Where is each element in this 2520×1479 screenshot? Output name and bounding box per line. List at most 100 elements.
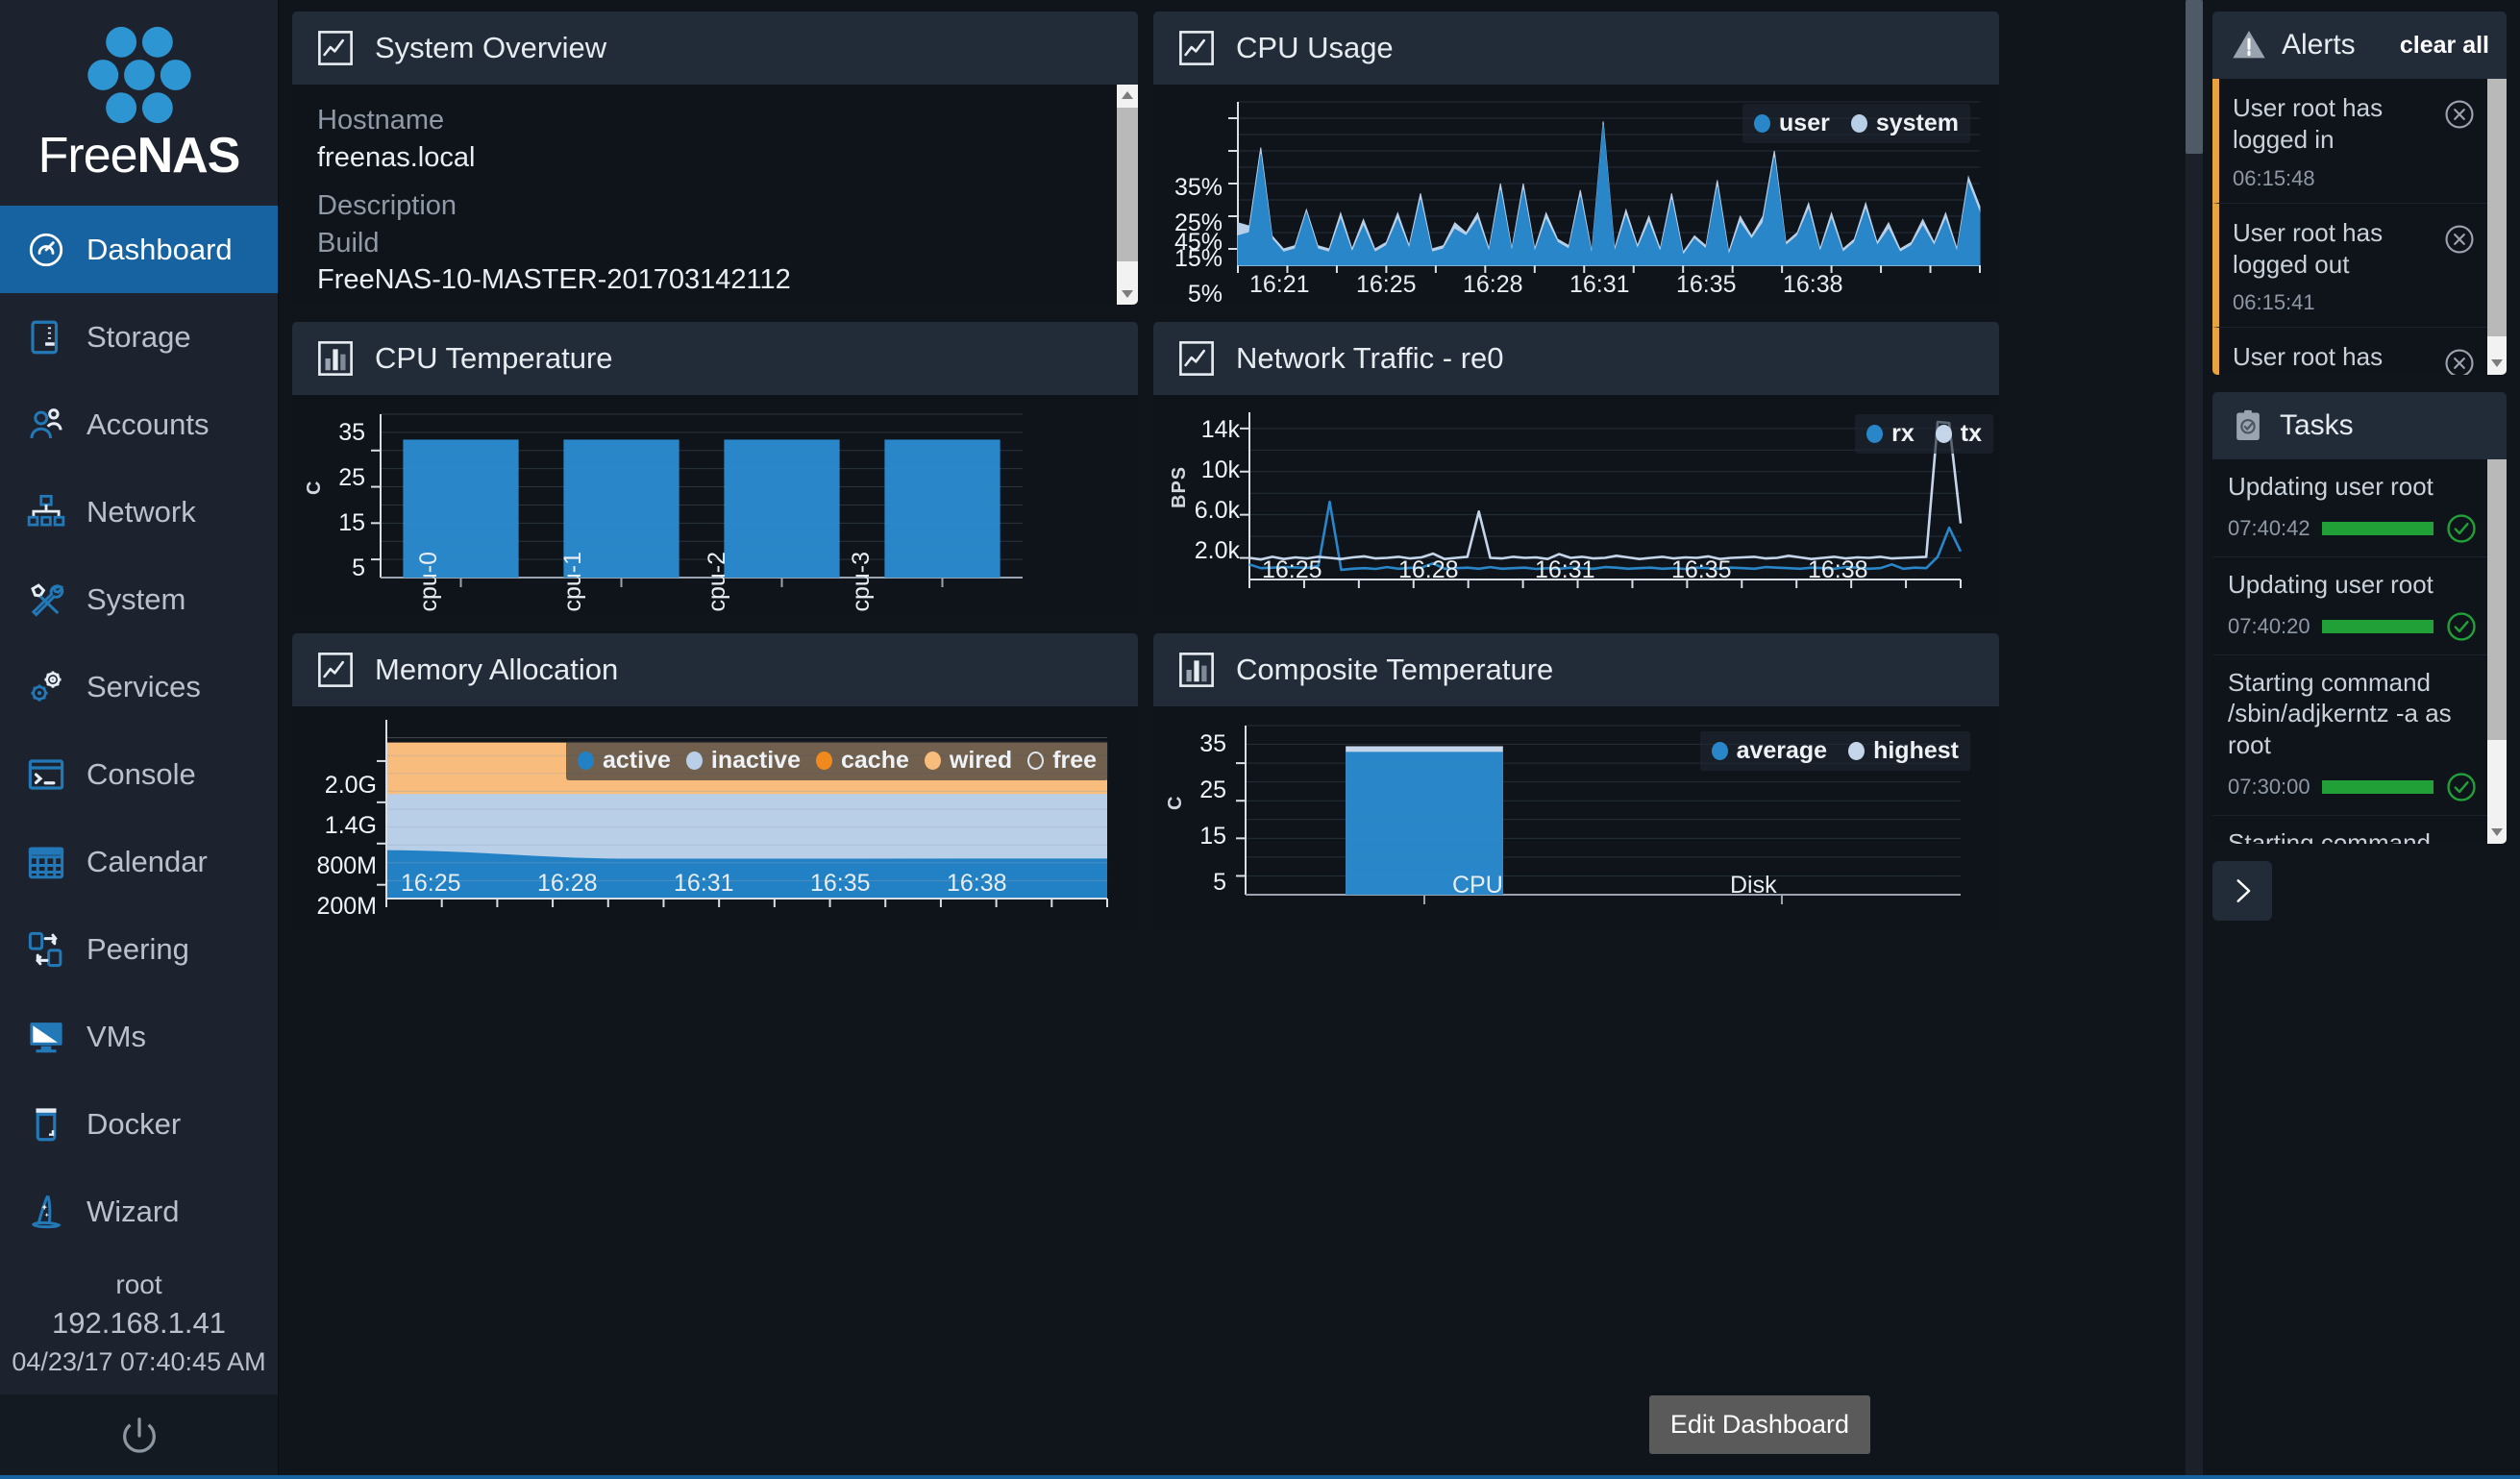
legend-item-free[interactable]: free xyxy=(1027,747,1097,775)
xtick: 16:38 xyxy=(1808,556,1868,583)
legend-item-wired[interactable]: wired xyxy=(924,747,1012,775)
scroll-thumb[interactable] xyxy=(1117,108,1138,261)
task-item[interactable]: Updating user root 07:40:42 xyxy=(2212,459,2507,557)
speedometer-icon xyxy=(25,229,67,271)
network-tree-icon xyxy=(25,491,67,533)
xtick: 16:25 xyxy=(1356,271,1417,298)
xtick: 16:35 xyxy=(1676,271,1737,298)
field-label-description: Description xyxy=(317,189,457,221)
cpu-temperature-xlabels: cpu-0 cpu-1 cpu-2 cpu-3 xyxy=(292,543,1138,616)
alert-item[interactable]: User root has logged in 06:15:35 xyxy=(2212,328,2507,375)
sidebar-item-network[interactable]: Network xyxy=(0,468,278,555)
check-circle-icon xyxy=(2447,773,2476,801)
panel-title: CPU Usage xyxy=(1236,31,1394,64)
collapse-rail-button[interactable] xyxy=(2212,861,2272,921)
gears-icon xyxy=(25,666,67,708)
alerts-scrollbar[interactable] xyxy=(2487,79,2507,375)
close-circle-icon[interactable] xyxy=(2443,98,2476,131)
legend-item-cache[interactable]: cache xyxy=(816,747,909,775)
task-item[interactable]: Updating user root 07:40:20 xyxy=(2212,557,2507,655)
edit-dashboard-button[interactable]: Edit Dashboard xyxy=(1648,1395,1870,1454)
clear-all-button[interactable]: clear all xyxy=(2400,32,2489,60)
legend-item-tx[interactable]: tx xyxy=(1935,420,1982,448)
tools-icon xyxy=(25,579,67,621)
task-name: Starting command /sbin/adjkerntz -a as r… xyxy=(2228,827,2431,844)
main-scrollbar[interactable] xyxy=(2186,0,2203,1479)
sidebar-item-calendar[interactable]: Calendar xyxy=(0,818,278,905)
drive-icon xyxy=(25,316,67,358)
legend-item-user[interactable]: user xyxy=(1754,110,1830,137)
widget-alerts: Alerts clear all User root has logged in… xyxy=(2212,12,2507,375)
scroll-down-arrow[interactable] xyxy=(2490,356,2504,373)
alert-time: 06:15:41 xyxy=(2233,290,2315,315)
tasks-title: Tasks xyxy=(2280,409,2354,441)
legend-item-active[interactable]: active xyxy=(578,747,671,775)
xtick: Disk xyxy=(1730,872,1777,899)
xtick: 16:31 xyxy=(1535,556,1595,583)
task-item[interactable]: Starting command /sbin/adjkerntz -a as r… xyxy=(2212,655,2507,816)
legend-item-rx[interactable]: rx xyxy=(1866,420,1915,448)
panel-title: System Overview xyxy=(375,31,607,64)
sidebar-item-wizard[interactable]: Wizard xyxy=(0,1168,278,1255)
panel-title: CPU Temperature xyxy=(375,341,613,375)
scroll-thumb[interactable] xyxy=(2186,0,2203,154)
legend-item-inactive[interactable]: inactive xyxy=(685,747,801,775)
brand-name-bold: NAS xyxy=(136,128,241,184)
scroll-thumb[interactable] xyxy=(2487,459,2507,740)
caret-down-icon xyxy=(2491,359,2503,367)
xtick: 16:28 xyxy=(537,870,598,897)
right-rail: Alerts clear all User root has logged in… xyxy=(2203,0,2520,1479)
freenas-flower-logo-icon xyxy=(86,26,191,124)
task-item[interactable]: Starting command /sbin/adjkerntz -a as r… xyxy=(2212,816,2507,844)
network-traffic-legend: rx tx xyxy=(1855,414,1993,454)
scroll-up-arrow[interactable] xyxy=(1117,85,1138,106)
cpu-usage-chart[interactable]: 45% 35% 25% 15% 5% user system 16:21 16:… xyxy=(1153,85,1999,305)
legend-label: average xyxy=(1736,737,1828,764)
user-info: root 192.168.1.41 04/23/17 07:40:45 AM xyxy=(0,1267,278,1394)
sidebar-item-label: Calendar xyxy=(86,844,208,878)
scroll-down-arrow[interactable] xyxy=(1117,283,1138,305)
close-circle-icon[interactable] xyxy=(2443,347,2476,375)
sidebar-item-console[interactable]: Console xyxy=(0,730,278,818)
sidebar-item-label: Peering xyxy=(86,931,189,966)
sidebar-item-dashboard[interactable]: Dashboard xyxy=(0,206,278,293)
close-circle-icon[interactable] xyxy=(2443,223,2476,256)
system-datetime: 04/23/17 07:40:45 AM xyxy=(12,1346,266,1376)
memory-allocation-legend: active inactive cache wired free xyxy=(566,741,1109,780)
sidebar-item-docker[interactable]: Docker xyxy=(0,1080,278,1168)
system-overview-scrollbar[interactable] xyxy=(1117,85,1138,305)
panel-header: CPU Temperature xyxy=(292,322,1138,395)
sidebar-item-storage[interactable]: Storage xyxy=(0,293,278,381)
alert-message: User root has logged in xyxy=(2233,342,2384,375)
sidebar-item-system[interactable]: System xyxy=(0,555,278,643)
brand-logo[interactable]: FreeNAS xyxy=(0,0,278,206)
users-icon xyxy=(25,404,67,446)
sidebar-item-vms[interactable]: VMs xyxy=(0,993,278,1080)
scroll-thumb[interactable] xyxy=(2487,79,2507,336)
scroll-down-arrow[interactable] xyxy=(2490,825,2504,842)
alerts-list: User root has logged in 06:15:48 User ro… xyxy=(2212,79,2507,375)
sidebar-item-services[interactable]: Services xyxy=(0,643,278,730)
legend-item-system[interactable]: system xyxy=(1850,110,1959,137)
task-time: 07:40:20 xyxy=(2228,613,2310,638)
clipboard-check-icon xyxy=(2236,409,2260,441)
alert-item[interactable]: User root has logged out 06:15:41 xyxy=(2212,203,2507,329)
xtick: 16:31 xyxy=(674,870,734,897)
composite-temperature-xlabels: CPU Disk xyxy=(1153,858,1999,931)
legend-label: free xyxy=(1052,747,1098,774)
line-chart-icon xyxy=(1179,31,1214,65)
memory-allocation-xlabels: 16:25 16:28 16:31 16:35 16:38 xyxy=(292,858,1138,931)
sidebar-item-accounts[interactable]: Accounts xyxy=(0,381,278,468)
widget-grid: System Overview Hostname freenas.local D… xyxy=(292,12,1999,1479)
panel-header: Memory Allocation xyxy=(292,633,1138,706)
line-chart-icon xyxy=(318,653,353,687)
power-button[interactable] xyxy=(0,1394,278,1479)
xtick: 16:35 xyxy=(1671,556,1732,583)
tasks-scrollbar[interactable] xyxy=(2487,459,2507,844)
sidebar-item-peering[interactable]: Peering xyxy=(0,905,278,993)
xtick: 16:25 xyxy=(1262,556,1322,583)
legend-item-average[interactable]: average xyxy=(1711,737,1828,765)
legend-item-highest[interactable]: highest xyxy=(1848,737,1959,765)
panel-title: Network Traffic - re0 xyxy=(1236,341,1504,375)
alert-item[interactable]: User root has logged in 06:15:48 xyxy=(2212,79,2507,204)
